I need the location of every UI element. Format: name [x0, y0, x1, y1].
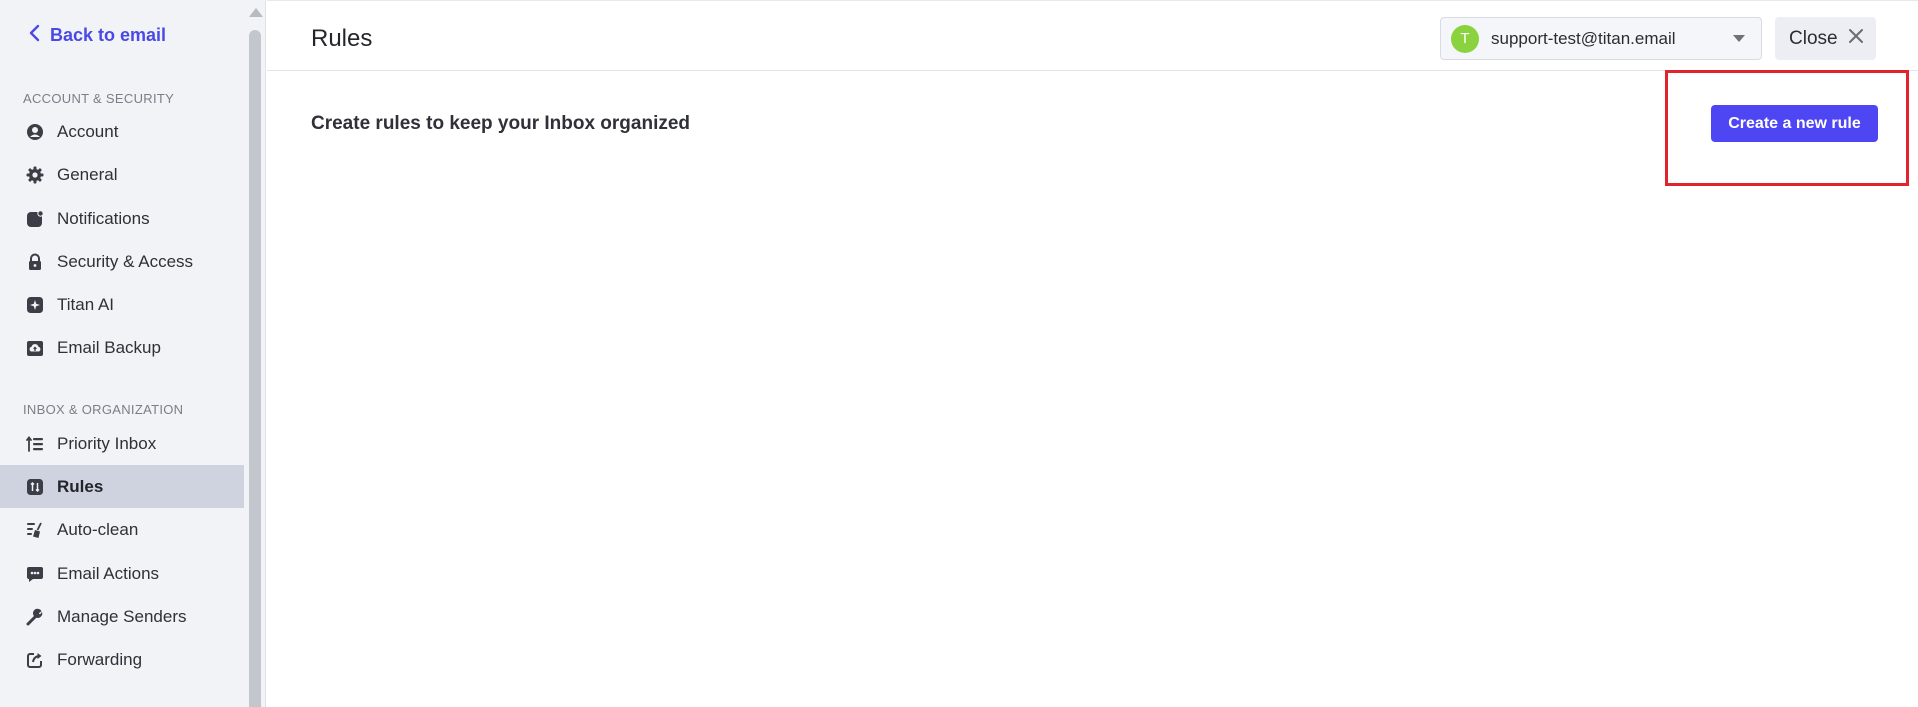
sidebar-item-manage-senders[interactable]: Manage Senders: [0, 595, 244, 638]
sidebar-item-security-access[interactable]: Security & Access: [0, 240, 244, 283]
back-to-email-link[interactable]: Back to email: [28, 24, 166, 47]
section-label-account-security: ACCOUNT & SECURITY: [23, 91, 175, 106]
avatar: T: [1451, 24, 1479, 53]
rules-panel: Rules T support-test@titan.email Close C…: [267, 0, 1918, 707]
sidebar-item-label: Priority Inbox: [57, 433, 157, 453]
close-label: Close: [1789, 27, 1838, 49]
chevron-down-icon: [1733, 35, 1745, 42]
sidebar-item-label: Notifications: [57, 208, 150, 228]
sidebar-item-forwarding[interactable]: Forwarding: [0, 638, 244, 681]
sidebar-item-rules[interactable]: Rules: [0, 465, 244, 508]
sidebar-item-label: Auto-clean: [57, 519, 139, 539]
sidebar-item-label: Manage Senders: [57, 606, 187, 626]
sidebar-content: Back to email ACCOUNT & SECURITY Account: [0, 0, 244, 707]
sidebar-item-email-backup[interactable]: Email Backup: [0, 326, 244, 369]
scrollbar-thumb[interactable]: [249, 30, 261, 707]
cloud-upload-icon: [26, 339, 44, 357]
sparkle-icon: [26, 296, 44, 314]
sidebar-item-email-actions[interactable]: Email Actions: [0, 552, 244, 595]
broom-icon: [26, 521, 44, 539]
sidebar-item-notifications[interactable]: Notifications: [0, 197, 244, 240]
email-actions-icon: [26, 565, 44, 583]
sidebar-item-label: Email Actions: [57, 563, 160, 583]
sidebar-item-label: Titan AI: [57, 294, 115, 314]
sidebar-item-general[interactable]: General: [0, 153, 244, 196]
gear-icon: [26, 166, 44, 184]
sidebar-item-label: Account: [57, 121, 119, 141]
priority-list-icon: [26, 435, 44, 453]
account-email: support-test@titan.email: [1491, 28, 1676, 48]
panel-header: Rules T support-test@titan.email Close: [267, 0, 1918, 71]
sidebar-item-priority-inbox[interactable]: Priority Inbox: [0, 422, 244, 465]
page-title: Rules: [311, 25, 373, 52]
close-icon: [1848, 28, 1864, 50]
account-selector[interactable]: T support-test@titan.email: [1440, 17, 1762, 60]
sidebar-item-label: General: [57, 164, 118, 184]
sidebar-item-label: Rules: [57, 476, 104, 496]
sidebar-scrollbar[interactable]: [246, 0, 264, 707]
scroll-up-arrow-icon[interactable]: [249, 8, 263, 17]
rules-icon: [26, 478, 44, 496]
section-label-inbox-organization: INBOX & ORGANIZATION: [23, 402, 184, 417]
sidebar-item-label: Security & Access: [57, 251, 194, 271]
notification-icon: [26, 209, 44, 228]
sidebar-item-titan-ai[interactable]: Titan AI: [0, 283, 244, 326]
sidebar-item-auto-clean[interactable]: Auto-clean: [0, 508, 244, 551]
sidebar-item-label: Email Backup: [57, 337, 161, 357]
sidebar-item-account[interactable]: Account: [0, 110, 244, 153]
wrench-icon: [26, 608, 44, 626]
settings-window: Back to email ACCOUNT & SECURITY Account: [0, 0, 1918, 707]
chevron-left-icon: [28, 24, 42, 47]
highlight-annotation-box: [1665, 70, 1909, 186]
lock-icon: [26, 253, 44, 271]
back-to-email-label: Back to email: [50, 25, 167, 45]
sidebar-item-label: Forwarding: [57, 649, 143, 669]
rules-description: Create rules to keep your Inbox organize…: [311, 113, 691, 134]
account-icon: [26, 123, 44, 141]
close-button[interactable]: Close: [1775, 17, 1876, 60]
settings-sidebar: Back to email ACCOUNT & SECURITY Account: [0, 0, 266, 707]
forward-icon: [26, 651, 44, 669]
